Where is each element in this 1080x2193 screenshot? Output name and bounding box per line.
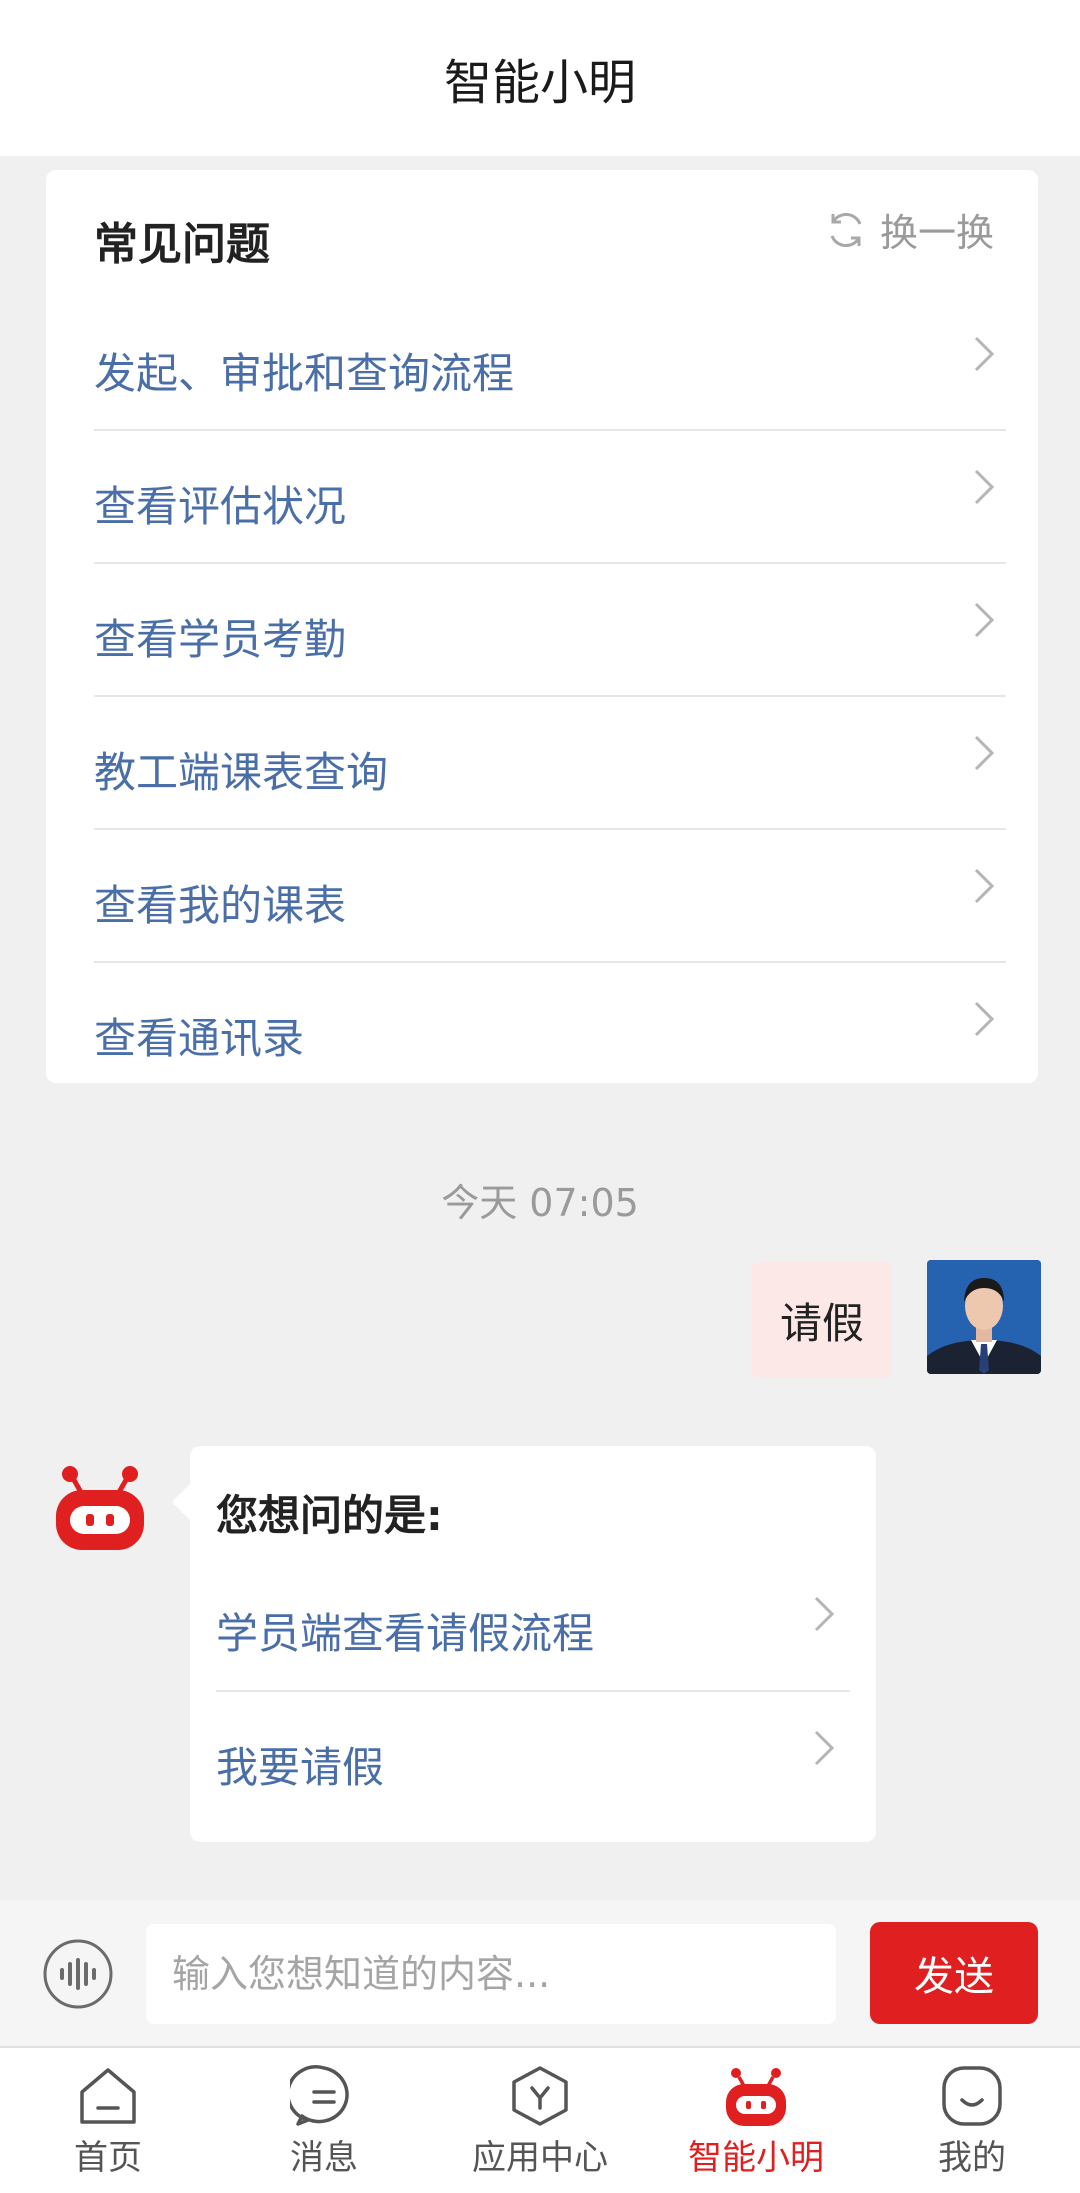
avatar-portrait-icon — [927, 1260, 1041, 1374]
faq-list: 发起、审批和查询流程 查看评估状况 查看学员考勤 教工端课表查询 查看我的课表 … — [94, 298, 1006, 1096]
user-avatar[interactable] — [927, 1260, 1041, 1374]
page-title: 智能小明 — [443, 55, 636, 111]
tab-label: 智能小明 — [688, 2138, 824, 2178]
chevron-right-icon — [974, 1001, 995, 1037]
refresh-button[interactable]: 换一换 — [824, 202, 994, 257]
bot-avatar — [50, 1458, 150, 1562]
voice-button[interactable] — [42, 1938, 114, 2014]
faq-title: 常见问题 — [94, 219, 270, 270]
bot-question: 您想问的是: — [216, 1491, 443, 1540]
tab-app-center[interactable]: 应用中心 — [432, 2048, 648, 2193]
tab-profile[interactable]: 我的 — [864, 2048, 1080, 2193]
faq-item[interactable]: 查看学员考勤 — [94, 564, 1006, 697]
tab-label: 首页 — [74, 2138, 142, 2178]
refresh-label: 换一换 — [879, 211, 994, 255]
tab-messages[interactable]: 消息 — [216, 2048, 432, 2193]
faq-item-label: 查看学员考勤 — [94, 615, 347, 664]
chat-input[interactable] — [146, 1924, 836, 2024]
tab-label: 消息 — [290, 2138, 358, 2178]
chevron-right-icon — [974, 336, 995, 372]
chevron-right-icon — [974, 868, 995, 904]
faq-item-label: 查看通讯录 — [94, 1014, 305, 1063]
tab-label: 我的 — [938, 2138, 1006, 2178]
faq-item-label: 发起、审批和查询流程 — [94, 349, 515, 398]
robot-icon — [726, 2068, 786, 2126]
robot-icon — [56, 1466, 144, 1550]
tab-label: 应用中心 — [472, 2138, 608, 2178]
app-header: 智能小明 — [0, 0, 1080, 156]
bot-message-bubble: 您想问的是: 学员端查看请假流程 我要请假 — [172, 1446, 876, 1842]
user-message-bubble: 请假 — [751, 1262, 892, 1378]
voice-wave-icon — [43, 1939, 113, 2009]
tab-smart-xiaoming[interactable]: 智能小明 — [648, 2048, 864, 2193]
faq-item[interactable]: 查看通讯录 — [94, 963, 1006, 1096]
chevron-right-icon — [974, 602, 995, 638]
profile-icon — [942, 2066, 1002, 2126]
faq-item[interactable]: 发起、审批和查询流程 — [94, 298, 1006, 431]
bot-options: 学员端查看请假流程 我要请假 — [216, 1558, 850, 1826]
bot-option-label: 学员端查看请假流程 — [216, 1609, 595, 1658]
send-button[interactable]: 发送 — [870, 1922, 1038, 2024]
home-icon — [80, 2068, 136, 2124]
user-message-text: 请假 — [779, 1298, 864, 1348]
chevron-right-icon — [974, 735, 995, 771]
chevron-right-icon — [814, 1730, 835, 1766]
faq-item[interactable]: 查看我的课表 — [94, 830, 1006, 963]
refresh-icon — [830, 212, 862, 247]
app-center-icon — [512, 2066, 568, 2126]
message-icon — [290, 2065, 349, 2126]
tab-home[interactable]: 首页 — [0, 2048, 216, 2193]
faq-item[interactable]: 教工端课表查询 — [94, 697, 1006, 830]
faq-item[interactable]: 查看评估状况 — [94, 431, 1006, 564]
bot-option-item[interactable]: 学员端查看请假流程 — [216, 1558, 850, 1692]
chat-timestamp: 今天 07:05 — [441, 1181, 639, 1225]
chevron-right-icon — [814, 1596, 835, 1632]
faq-item-label: 查看评估状况 — [94, 482, 347, 531]
bottom-tab-bar: 首页 消息 应用中心 智能小明 我的 — [0, 2046, 1080, 2193]
faq-item-label: 查看我的课表 — [94, 881, 347, 930]
chat-input-bar: 发送 — [0, 1900, 1080, 2046]
bot-option-item[interactable]: 我要请假 — [216, 1692, 850, 1826]
bot-option-label: 我要请假 — [216, 1743, 385, 1792]
chevron-right-icon — [974, 469, 995, 505]
faq-item-label: 教工端课表查询 — [94, 748, 389, 797]
faq-card: 常见问题 换一换 发起、审批和查询流程 查看评估状况 查看学员考勤 教工端课表查… — [46, 170, 1038, 1083]
